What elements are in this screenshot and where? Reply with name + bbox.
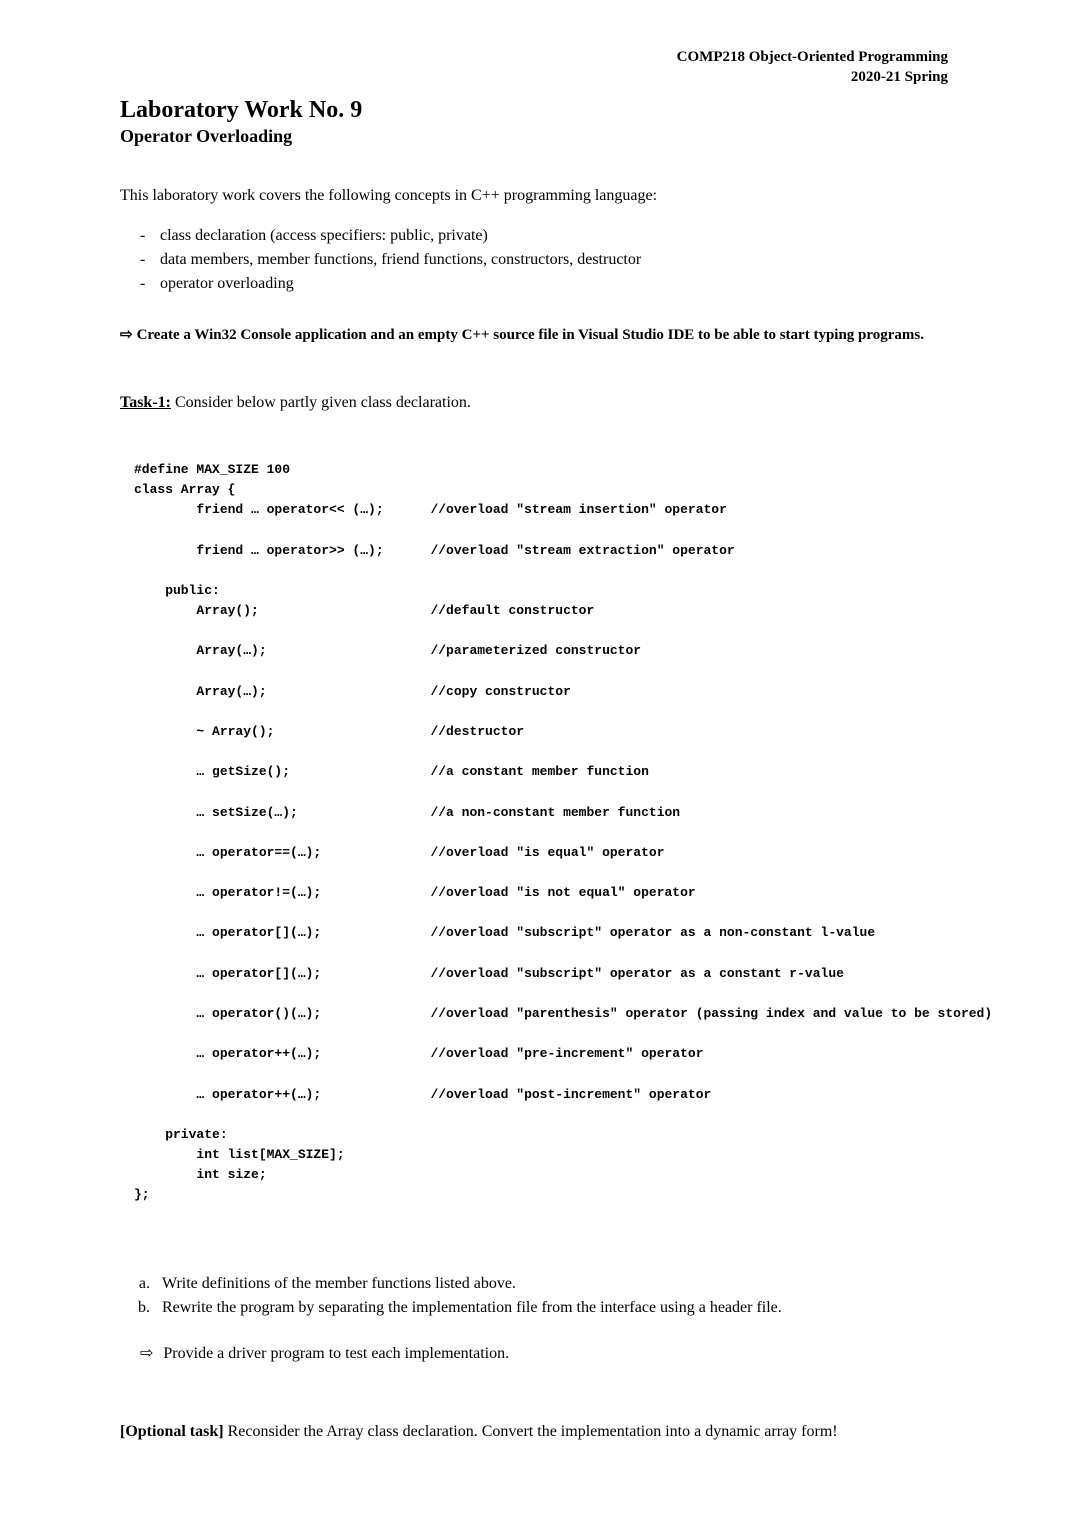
- task-heading: Task-1: Consider below partly given clas…: [120, 394, 948, 412]
- document-page: COMP218 Object-Oriented Programming 2020…: [0, 0, 1068, 1521]
- subtask-item: Write definitions of the member function…: [154, 1275, 948, 1293]
- code-line: class Array {: [134, 482, 235, 497]
- code-block: #define MAX_SIZE 100 class Array { frien…: [134, 440, 948, 1225]
- term: 2020-21 Spring: [120, 68, 948, 88]
- concept-item: class declaration (access specifiers: pu…: [140, 227, 948, 245]
- code-line: … operator==(…); //overload "is equal" o…: [134, 843, 948, 863]
- code-line: … setSize(…); //a non-constant member fu…: [134, 803, 948, 823]
- code-line: Array(); //default constructor: [134, 601, 948, 621]
- code-line: ~ Array(); //destructor: [134, 722, 948, 742]
- concepts-list: class declaration (access specifiers: pu…: [140, 227, 948, 293]
- page-title: Laboratory Work No. 9: [120, 97, 948, 124]
- code-line: int list[MAX_SIZE];: [134, 1147, 345, 1162]
- header-block: COMP218 Object-Oriented Programming 2020…: [120, 48, 948, 87]
- code-line: … operator++(…); //overload "pre-increme…: [134, 1044, 948, 1064]
- page-subtitle: Operator Overloading: [120, 126, 948, 147]
- arrow-right-icon: ⇨: [140, 1343, 153, 1363]
- driver-note: ⇨ Provide a driver program to test each i…: [140, 1343, 948, 1363]
- code-line: friend … operator>> (…); //overload "str…: [134, 541, 948, 561]
- code-line: … getSize(); //a constant member functio…: [134, 762, 948, 782]
- subtasks-list: Write definitions of the member function…: [140, 1275, 948, 1317]
- code-line: Array(…); //copy constructor: [134, 682, 948, 702]
- concept-item: data members, member functions, friend f…: [140, 251, 948, 269]
- code-line: Array(…); //parameterized constructor: [134, 641, 948, 661]
- subtask-item: Rewrite the program by separating the im…: [154, 1299, 948, 1317]
- code-line: … operator!=(…); //overload "is not equa…: [134, 883, 948, 903]
- intro-text: This laboratory work covers the followin…: [120, 187, 948, 205]
- driver-text: Provide a driver program to test each im…: [163, 1345, 509, 1362]
- code-line: public:: [134, 583, 220, 598]
- concept-item: operator overloading: [140, 275, 948, 293]
- code-line: private:: [134, 1127, 228, 1142]
- optional-task: [Optional task] Reconsider the Array cla…: [120, 1423, 948, 1441]
- task-label: Task-1:: [120, 394, 171, 411]
- arrow-right-icon: ⇨: [120, 325, 133, 344]
- code-line: … operator()(…); //overload "parenthesis…: [134, 1004, 948, 1024]
- code-line: … operator[](…); //overload "subscript" …: [134, 923, 948, 943]
- code-line: … operator[](…); //overload "subscript" …: [134, 964, 948, 984]
- task-text: Consider below partly given class declar…: [171, 394, 471, 411]
- course-code: COMP218 Object-Oriented Programming: [120, 48, 948, 68]
- instruction-line: ⇨Create a Win32 Console application and …: [120, 325, 948, 344]
- code-line: };: [134, 1187, 150, 1202]
- code-line: … operator++(…); //overload "post-increm…: [134, 1085, 948, 1105]
- code-line: #define MAX_SIZE 100: [134, 462, 290, 477]
- instruction-text: Create a Win32 Console application and a…: [137, 327, 924, 343]
- code-line: friend … operator<< (…); //overload "str…: [134, 500, 948, 520]
- optional-label: [Optional task]: [120, 1423, 224, 1440]
- optional-text: Reconsider the Array class declaration. …: [224, 1423, 838, 1440]
